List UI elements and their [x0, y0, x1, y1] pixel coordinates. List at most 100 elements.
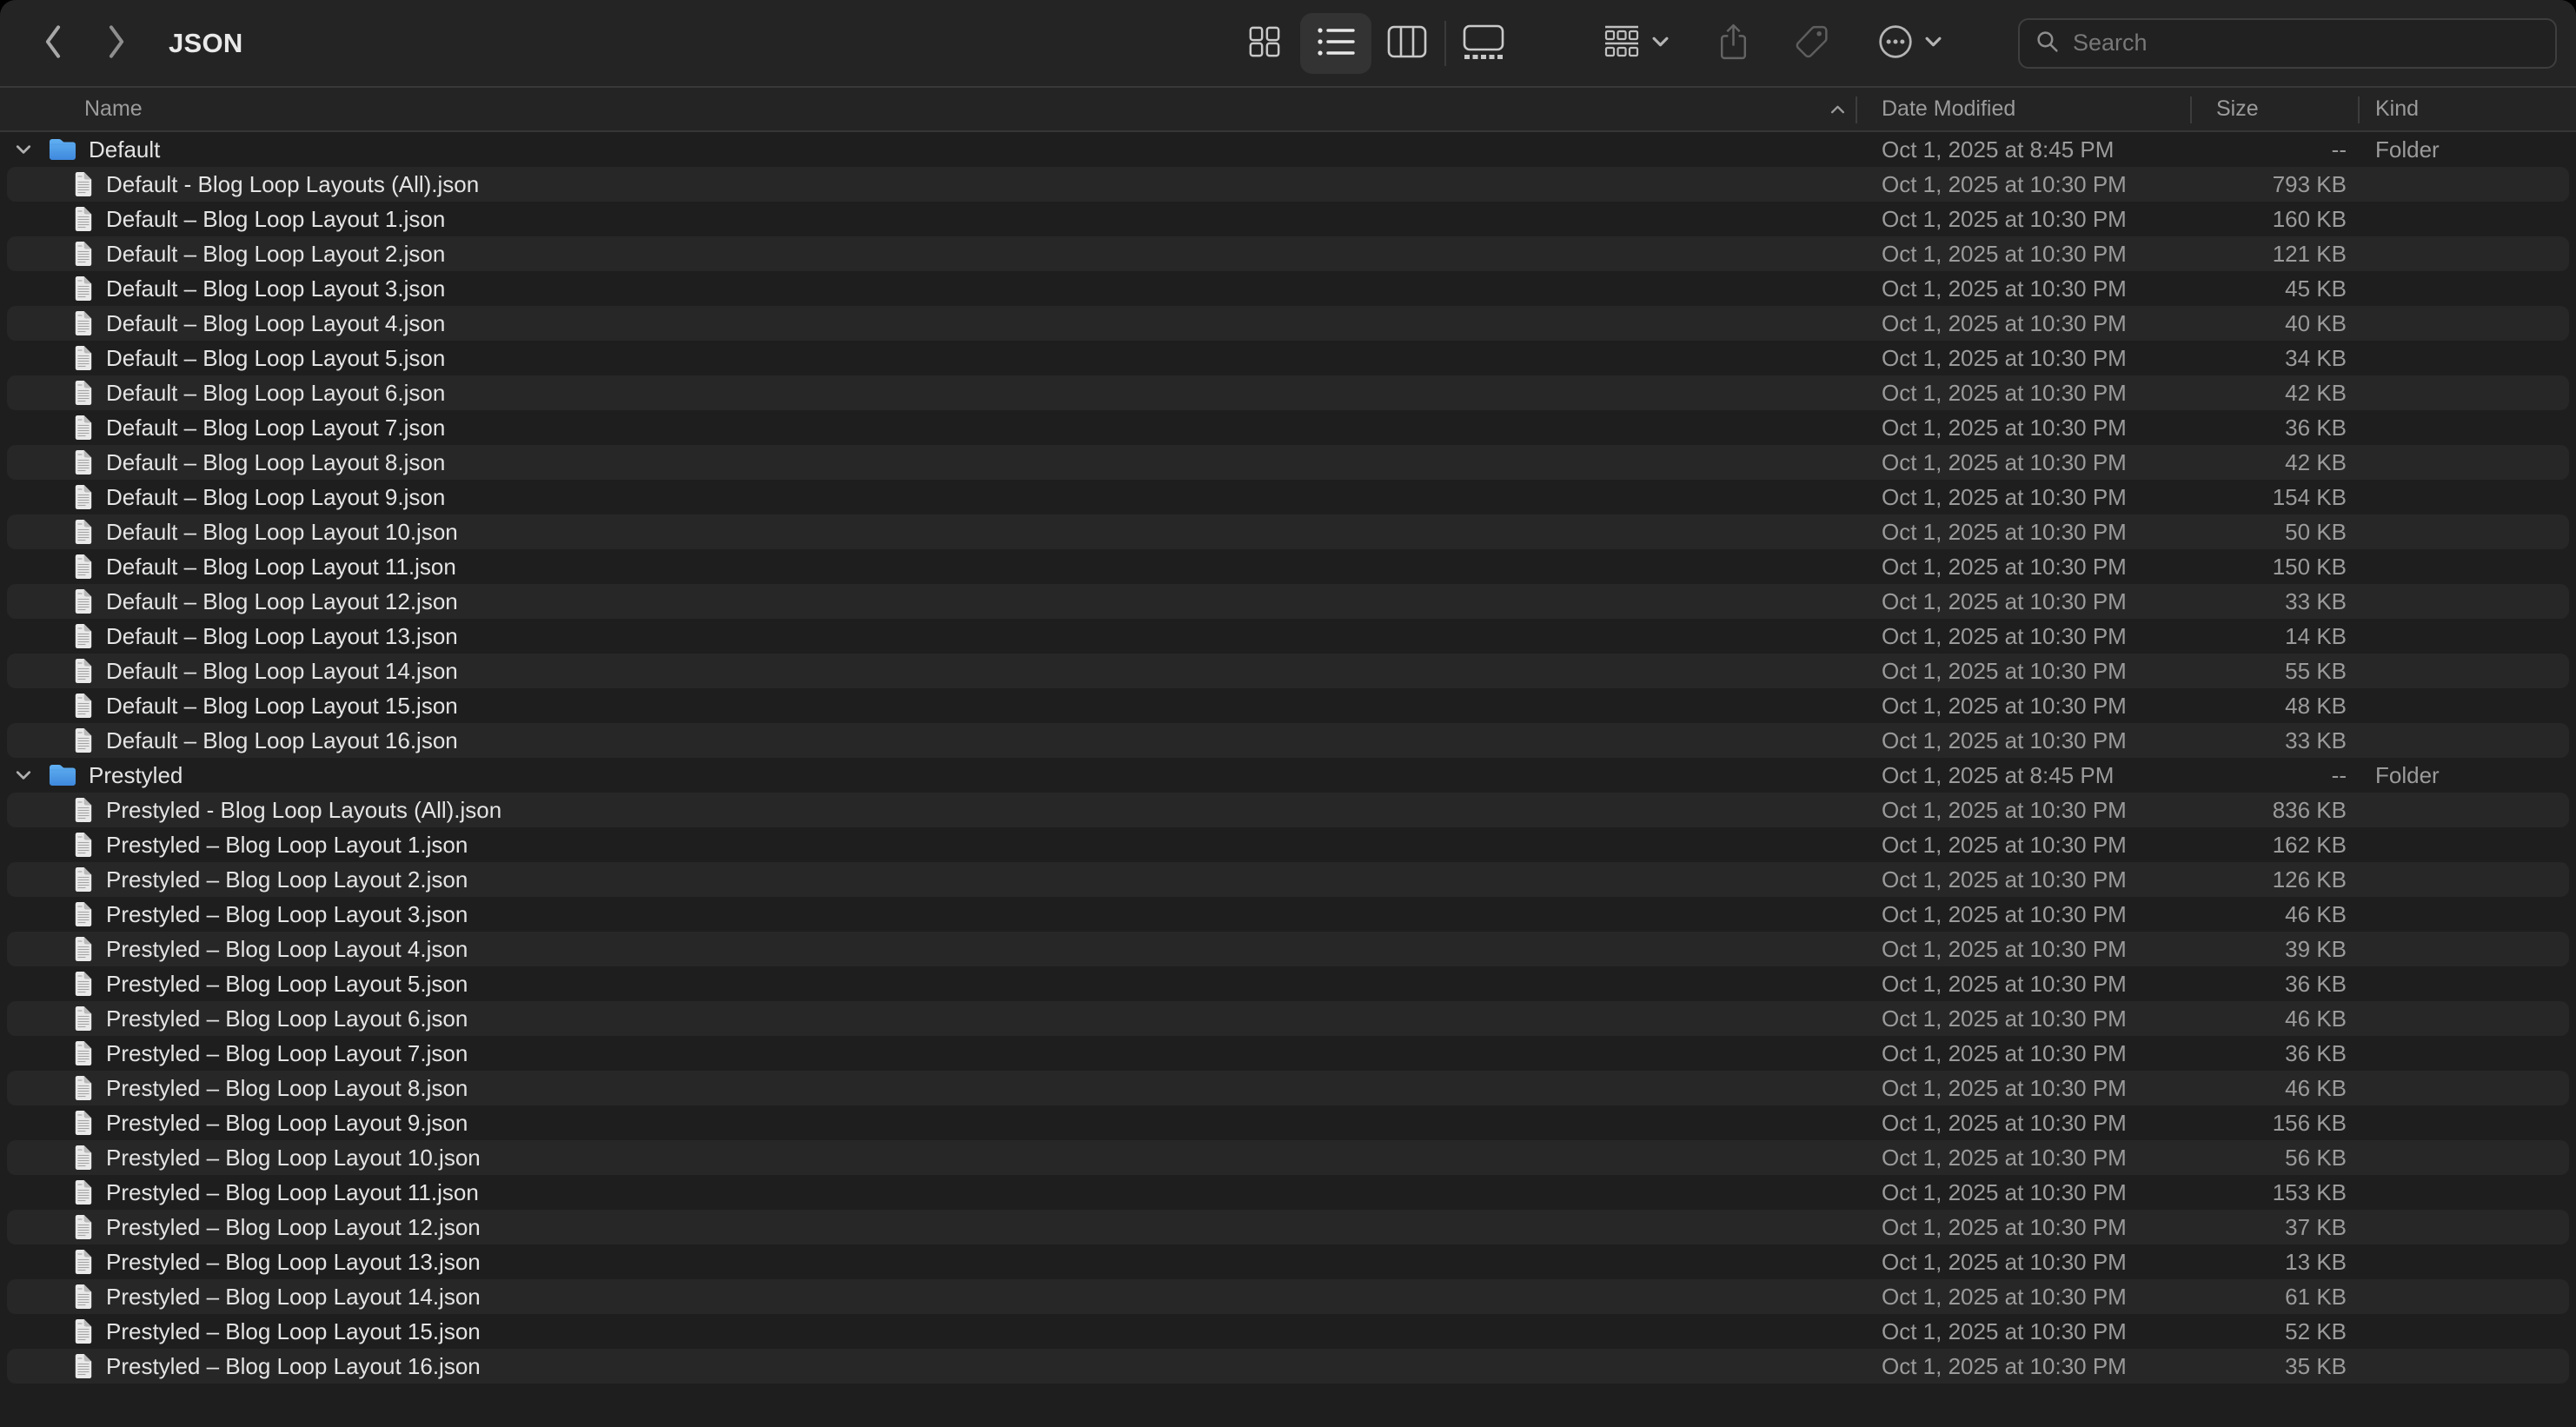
forward-button[interactable]: [96, 16, 136, 71]
table-row[interactable]: Default – Blog Loop Layout 9.jsonOct 1, …: [0, 480, 2576, 514]
document-icon: [73, 1006, 94, 1032]
table-row[interactable]: Default – Blog Loop Layout 12.jsonOct 1,…: [0, 584, 2576, 619]
date-modified-cell: Oct 1, 2025 at 10:30 PM: [1856, 554, 2190, 581]
table-row[interactable]: Prestyled – Blog Loop Layout 16.jsonOct …: [0, 1349, 2576, 1384]
table-row[interactable]: Default – Blog Loop Layout 2.jsonOct 1, …: [0, 236, 2576, 271]
table-row[interactable]: Prestyled – Blog Loop Layout 15.jsonOct …: [0, 1314, 2576, 1349]
gallery-view-button[interactable]: [1448, 13, 1519, 74]
size-cell: 40 KB: [2190, 310, 2358, 337]
table-row[interactable]: Default – Blog Loop Layout 14.jsonOct 1,…: [0, 654, 2576, 688]
size-cell: 56 KB: [2190, 1145, 2358, 1171]
search-field[interactable]: [2018, 18, 2557, 69]
back-button[interactable]: [33, 16, 73, 71]
name-cell: Default – Blog Loop Layout 1.json: [0, 206, 1856, 233]
table-row[interactable]: Prestyled – Blog Loop Layout 12.jsonOct …: [0, 1210, 2576, 1244]
table-row[interactable]: Default – Blog Loop Layout 3.jsonOct 1, …: [0, 271, 2576, 306]
table-row-folder[interactable]: DefaultOct 1, 2025 at 8:45 PM--Folder: [0, 132, 2576, 167]
document-icon: [73, 971, 94, 997]
size-cell: 121 KB: [2190, 241, 2358, 268]
size-cell: 36 KB: [2190, 1040, 2358, 1067]
folder-icon: [49, 138, 76, 161]
file-name-label: Prestyled: [89, 762, 183, 789]
table-row[interactable]: Prestyled – Blog Loop Layout 6.jsonOct 1…: [0, 1001, 2576, 1036]
disclosure-chevron-icon[interactable]: [14, 770, 33, 780]
sort-ascending-icon: [1830, 104, 1845, 114]
size-cell: 36 KB: [2190, 971, 2358, 998]
name-cell: Prestyled – Blog Loop Layout 1.json: [0, 832, 1856, 859]
column-view-button[interactable]: [1371, 13, 1443, 74]
table-row[interactable]: Default – Blog Loop Layout 15.jsonOct 1,…: [0, 688, 2576, 723]
table-row[interactable]: Default – Blog Loop Layout 10.jsonOct 1,…: [0, 514, 2576, 549]
date-modified-cell: Oct 1, 2025 at 10:30 PM: [1856, 1353, 2190, 1380]
table-row[interactable]: Default – Blog Loop Layout 7.jsonOct 1, …: [0, 410, 2576, 445]
table-row[interactable]: Default – Blog Loop Layout 4.jsonOct 1, …: [0, 306, 2576, 341]
group-button[interactable]: [1603, 13, 1669, 74]
column-header-name[interactable]: Name: [0, 88, 1856, 130]
file-name-label: Prestyled – Blog Loop Layout 10.json: [106, 1145, 481, 1171]
size-cell: 154 KB: [2190, 484, 2358, 511]
table-row[interactable]: Prestyled – Blog Loop Layout 14.jsonOct …: [0, 1279, 2576, 1314]
tag-button[interactable]: [1793, 13, 1832, 74]
table-row[interactable]: Default – Blog Loop Layout 1.jsonOct 1, …: [0, 202, 2576, 236]
view-mode-group: [1229, 13, 1519, 74]
gallery-view-icon: [1462, 24, 1505, 62]
table-row[interactable]: Prestyled – Blog Loop Layout 5.jsonOct 1…: [0, 966, 2576, 1001]
more-button[interactable]: [1877, 13, 1942, 74]
name-cell: Default - Blog Loop Layouts (All).json: [0, 171, 1856, 198]
name-cell: Default – Blog Loop Layout 3.json: [0, 275, 1856, 302]
document-icon: [73, 1249, 94, 1275]
date-modified-cell: Oct 1, 2025 at 10:30 PM: [1856, 1075, 2190, 1102]
icon-view-button[interactable]: [1229, 13, 1300, 74]
disclosure-chevron-icon[interactable]: [14, 144, 33, 155]
table-row[interactable]: Default – Blog Loop Layout 5.jsonOct 1, …: [0, 341, 2576, 375]
table-row[interactable]: Prestyled – Blog Loop Layout 1.jsonOct 1…: [0, 827, 2576, 862]
table-row[interactable]: Default – Blog Loop Layout 8.jsonOct 1, …: [0, 445, 2576, 480]
table-row[interactable]: Prestyled - Blog Loop Layouts (All).json…: [0, 793, 2576, 827]
document-icon: [73, 380, 94, 406]
group-by-icon: [1603, 24, 1641, 62]
file-name-label: Prestyled - Blog Loop Layouts (All).json: [106, 797, 501, 824]
name-cell: Prestyled – Blog Loop Layout 10.json: [0, 1145, 1856, 1171]
table-row[interactable]: Prestyled – Blog Loop Layout 9.jsonOct 1…: [0, 1105, 2576, 1140]
column-header-size[interactable]: Size: [2190, 88, 2358, 130]
document-icon: [73, 1214, 94, 1240]
size-cell: 45 KB: [2190, 275, 2358, 302]
date-modified-cell: Oct 1, 2025 at 10:30 PM: [1856, 693, 2190, 720]
table-row[interactable]: Default – Blog Loop Layout 11.jsonOct 1,…: [0, 549, 2576, 584]
table-row[interactable]: Prestyled – Blog Loop Layout 10.jsonOct …: [0, 1140, 2576, 1175]
share-icon: [1717, 23, 1749, 64]
table-row[interactable]: Prestyled – Blog Loop Layout 7.jsonOct 1…: [0, 1036, 2576, 1071]
column-header-label: Name: [84, 96, 143, 122]
table-row-folder[interactable]: PrestyledOct 1, 2025 at 8:45 PM--Folder: [0, 758, 2576, 793]
file-name-label: Default – Blog Loop Layout 7.json: [106, 415, 445, 441]
column-header-date-modified[interactable]: Date Modified: [1856, 88, 2190, 130]
file-name-label: Prestyled – Blog Loop Layout 6.json: [106, 1006, 468, 1032]
table-row[interactable]: Prestyled – Blog Loop Layout 2.jsonOct 1…: [0, 862, 2576, 897]
table-row[interactable]: Default – Blog Loop Layout 13.jsonOct 1,…: [0, 619, 2576, 654]
file-name-label: Default – Blog Loop Layout 4.json: [106, 310, 445, 337]
table-row[interactable]: Prestyled – Blog Loop Layout 4.jsonOct 1…: [0, 932, 2576, 966]
chevron-right-icon: [105, 24, 127, 62]
list-view-icon: [1317, 26, 1355, 60]
date-modified-cell: Oct 1, 2025 at 10:30 PM: [1856, 1214, 2190, 1241]
column-header-kind[interactable]: Kind: [2358, 88, 2576, 130]
share-button[interactable]: [1717, 13, 1749, 74]
table-row[interactable]: Prestyled – Blog Loop Layout 8.jsonOct 1…: [0, 1071, 2576, 1105]
table-row[interactable]: Default - Blog Loop Layouts (All).jsonOc…: [0, 167, 2576, 202]
size-cell: 34 KB: [2190, 345, 2358, 372]
file-name-label: Prestyled – Blog Loop Layout 14.json: [106, 1284, 481, 1311]
date-modified-cell: Oct 1, 2025 at 10:30 PM: [1856, 866, 2190, 893]
table-row[interactable]: Default – Blog Loop Layout 6.jsonOct 1, …: [0, 375, 2576, 410]
chevron-left-icon: [43, 24, 64, 62]
document-icon: [73, 658, 94, 684]
list-view-button[interactable]: [1300, 13, 1371, 74]
table-row[interactable]: Prestyled – Blog Loop Layout 11.jsonOct …: [0, 1175, 2576, 1210]
kind-cell: Folder: [2358, 136, 2576, 163]
date-modified-cell: Oct 1, 2025 at 10:30 PM: [1856, 241, 2190, 268]
table-row[interactable]: Default – Blog Loop Layout 16.jsonOct 1,…: [0, 723, 2576, 758]
table-row[interactable]: Prestyled – Blog Loop Layout 3.jsonOct 1…: [0, 897, 2576, 932]
column-view-icon: [1387, 25, 1427, 61]
search-input[interactable]: [2071, 29, 2539, 57]
table-row[interactable]: Prestyled – Blog Loop Layout 13.jsonOct …: [0, 1244, 2576, 1279]
list-column-headers: Name Date Modified Size Kind: [0, 88, 2576, 132]
